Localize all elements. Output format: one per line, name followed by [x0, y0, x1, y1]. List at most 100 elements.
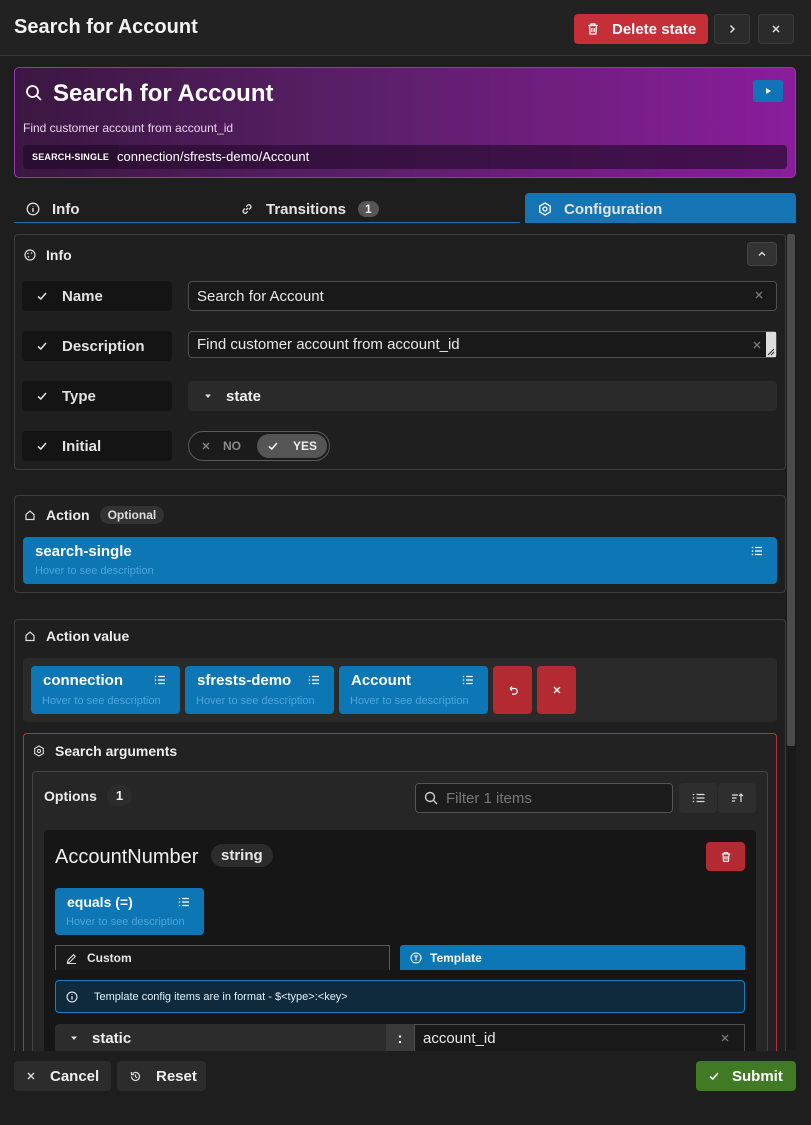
template-info-text: Template config items are in format - $<…: [94, 990, 348, 1003]
template-type-value: static: [92, 1029, 132, 1047]
trash-icon: [720, 851, 732, 863]
close-icon: [26, 1071, 36, 1081]
sort-icon: [731, 792, 744, 804]
next-button[interactable]: [714, 14, 750, 44]
check-icon: [267, 440, 279, 452]
info-title: Info: [46, 247, 72, 263]
chevron-up-icon: [757, 249, 767, 259]
tab-transitions-label: Transitions: [266, 200, 347, 218]
options-label: Options: [44, 787, 97, 804]
operator-hint: Hover to see description: [66, 916, 185, 928]
search-icon: [424, 791, 438, 805]
name-value: Search for Account: [197, 287, 324, 305]
toggle-no-label: NO: [223, 439, 241, 453]
history-icon: [129, 1070, 142, 1083]
list-icon[interactable]: [178, 896, 190, 908]
initial-toggle[interactable]: NO YES: [188, 431, 330, 461]
action-section-title: Action Optional: [24, 506, 165, 524]
link-icon: [240, 202, 254, 216]
value-chip-label: sfrests-demo: [197, 672, 292, 689]
search-arguments-title: Search arguments: [55, 743, 178, 759]
type-value: state: [226, 387, 262, 405]
clear-description-icon[interactable]: [752, 340, 762, 350]
list-icon[interactable]: [462, 674, 474, 686]
value-chip-hint: Hover to see description: [196, 695, 315, 707]
tab-configuration-label: Configuration: [564, 200, 663, 218]
description-label-text: Description: [62, 337, 145, 355]
pencil-icon: [66, 953, 77, 964]
resize-handle-icon[interactable]: [767, 348, 775, 356]
close-button[interactable]: [758, 14, 794, 44]
mode-custom-tab[interactable]: Custom: [55, 945, 390, 970]
card-description: Find customer account from account_id: [23, 121, 234, 135]
tab-transitions[interactable]: Transitions 1: [240, 194, 379, 224]
template-type-select[interactable]: static: [55, 1024, 386, 1052]
toggle-yes-option[interactable]: YES: [257, 434, 327, 458]
delete-state-label: Delete state: [612, 20, 697, 38]
reset-button[interactable]: Reset: [117, 1061, 206, 1091]
option-name: AccountNumber: [55, 846, 199, 868]
name-input[interactable]: Search for Account: [188, 281, 777, 311]
value-chip-hint: Hover to see description: [42, 695, 161, 707]
tab-info[interactable]: Info: [26, 194, 80, 224]
check-icon: [36, 340, 48, 352]
action-value-title: Action value: [46, 628, 130, 644]
chevron-right-icon: [727, 24, 737, 34]
run-button[interactable]: [753, 80, 783, 102]
scrollbar-thumb[interactable]: [787, 234, 795, 746]
initial-label-text: Initial: [62, 437, 102, 455]
template-info-alert: Template config items are in format - $<…: [55, 980, 745, 1013]
operator-chip[interactable]: equals (=) Hover to see description: [55, 888, 204, 935]
description-textarea[interactable]: Find customer account from account_id: [188, 331, 777, 358]
tab-info-label: Info: [52, 200, 80, 218]
colon-separator: :: [386, 1024, 414, 1052]
undo-button[interactable]: [493, 666, 532, 714]
modal-header: Search for Account Delete state: [0, 0, 811, 56]
list-icon[interactable]: [751, 545, 763, 557]
delete-state-button[interactable]: Delete state: [574, 14, 708, 44]
operator-label: equals (=): [67, 894, 133, 910]
card-path-bar: SEARCH-SINGLE connection/sfrests-demo/Ac…: [23, 145, 787, 169]
cancel-button[interactable]: Cancel: [14, 1061, 111, 1091]
action-title: Action: [46, 507, 90, 523]
mode-template-label: Template: [430, 950, 482, 965]
value-chip-sfrests-demo[interactable]: sfrests-demo Hover to see description: [185, 666, 334, 714]
optional-badge: Optional: [99, 506, 165, 524]
clear-value-button[interactable]: [537, 666, 576, 714]
value-chip-label: Account: [351, 672, 411, 689]
palette-icon: [24, 249, 36, 261]
info-circle-icon: [26, 202, 40, 216]
action-chip-label: search-single: [35, 543, 132, 560]
clear-name-icon[interactable]: [754, 290, 764, 300]
delete-option-button[interactable]: [706, 842, 745, 871]
tab-configuration[interactable]: Configuration: [538, 194, 662, 224]
value-chip-label: connection: [43, 672, 124, 689]
cancel-label: Cancel: [50, 1067, 100, 1085]
type-select[interactable]: state: [188, 381, 777, 411]
initial-label: Initial: [22, 431, 172, 461]
toggle-no-option[interactable]: NO: [201, 439, 241, 453]
caret-down-icon: [204, 392, 212, 400]
submit-button[interactable]: Submit: [696, 1061, 796, 1091]
description-value: Find customer account from account_id: [197, 336, 460, 353]
mode-template-tab[interactable]: Template: [400, 945, 745, 970]
page-title: Search for Account: [14, 16, 198, 38]
undo-icon: [507, 684, 519, 696]
list-view-button[interactable]: [679, 783, 717, 813]
clear-key-icon[interactable]: [720, 1033, 730, 1043]
reset-label: Reset: [156, 1067, 197, 1085]
list-icon[interactable]: [308, 674, 320, 686]
template-key-input[interactable]: account_id: [414, 1024, 745, 1052]
value-chip-account[interactable]: Account Hover to see description: [339, 666, 488, 714]
settings-hex-icon: [33, 745, 45, 757]
x-icon: [201, 441, 211, 451]
collapse-info-button[interactable]: [747, 242, 777, 266]
search-arguments-title-row: Search arguments: [33, 743, 177, 759]
filter-input[interactable]: Filter 1 items: [415, 783, 673, 813]
action-chip[interactable]: search-single Hover to see description: [23, 537, 777, 584]
sort-button[interactable]: [718, 783, 756, 813]
list-icon[interactable]: [154, 674, 166, 686]
value-chip-connection[interactable]: connection Hover to see description: [31, 666, 180, 714]
caret-down-icon: [70, 1034, 78, 1042]
type-label-text: Type: [62, 387, 96, 405]
